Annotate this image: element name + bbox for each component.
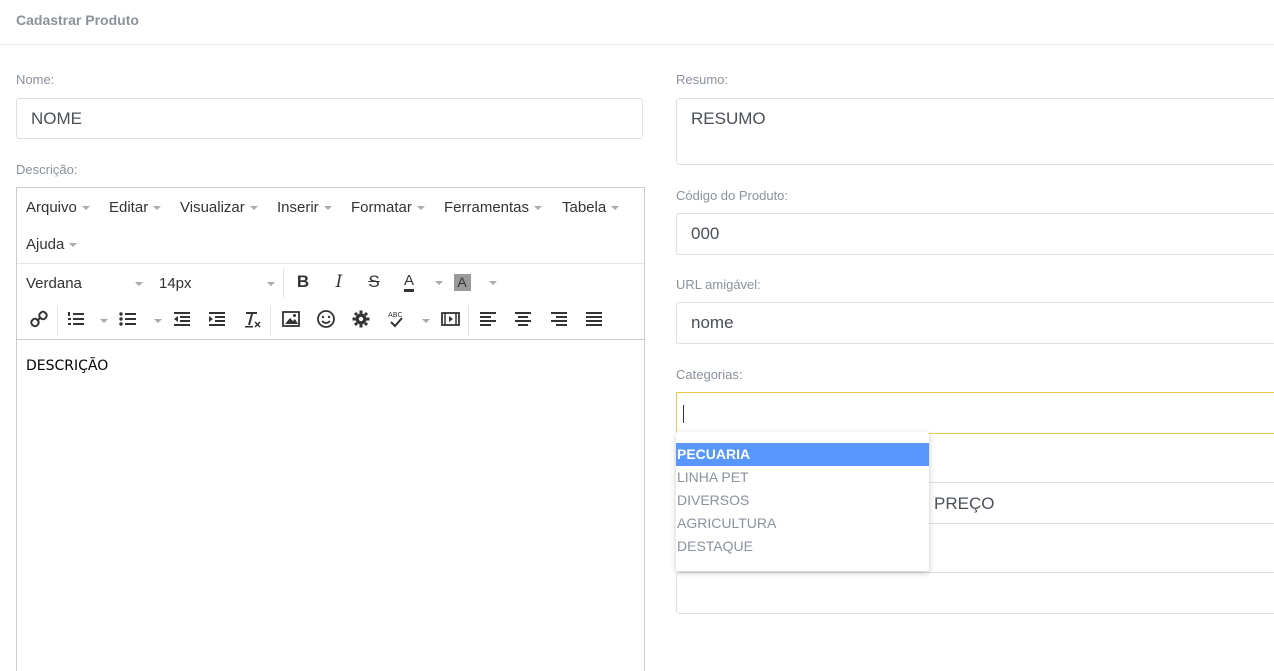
chevron-down-icon <box>267 282 275 286</box>
chevron-down-icon <box>135 282 143 286</box>
text-color-button[interactable]: A <box>398 269 420 295</box>
url-label: URL amigável: <box>676 277 761 292</box>
bullet-list-button[interactable] <box>117 306 139 332</box>
preco-placeholder: PREÇO <box>934 494 995 513</box>
toolbar-separator <box>283 268 284 298</box>
chevron-down-icon <box>435 281 443 285</box>
chevron-down-icon <box>249 206 258 211</box>
bold-button[interactable]: B <box>292 269 314 295</box>
codigo-label: Código do Produto: <box>676 188 789 203</box>
dropdown-option-diversos[interactable]: DIVERSOS <box>676 489 929 512</box>
menu-inserir[interactable]: Inserir <box>277 199 332 216</box>
editor-toolbar: Verdana 14px B I S A A ABC <box>17 264 644 340</box>
toolbar-separator <box>57 306 58 336</box>
align-right-button[interactable] <box>548 306 570 332</box>
resumo-value: RESUMO <box>691 109 766 128</box>
menu-editar[interactable]: Editar <box>109 199 162 216</box>
link-button[interactable] <box>28 306 50 332</box>
page-title: Cadastrar Produto <box>16 12 139 28</box>
background-color-button[interactable]: A <box>451 271 473 293</box>
font-family-select[interactable]: Verdana <box>26 275 82 292</box>
nome-value: NOME <box>31 109 82 128</box>
numbered-list-icon <box>68 312 84 325</box>
editor-menubar: Arquivo Editar Visualizar Inserir Format… <box>17 188 644 264</box>
menu-formatar[interactable]: Formatar <box>351 199 425 216</box>
media-button[interactable] <box>439 306 461 332</box>
chevron-down-icon <box>489 281 497 285</box>
extra-input[interactable] <box>676 572 1274 614</box>
link-icon <box>30 310 48 328</box>
align-left-icon <box>480 312 496 326</box>
toolbar-separator <box>468 306 469 336</box>
bullet-list-icon <box>119 312 136 326</box>
align-justify-button[interactable] <box>583 306 605 332</box>
descricao-label: Descrição: <box>16 162 78 177</box>
text-cursor <box>683 405 684 423</box>
chevron-down-icon <box>100 319 108 323</box>
clear-formatting-button[interactable] <box>241 306 263 332</box>
chevron-down-icon <box>153 206 162 211</box>
clear-formatting-icon <box>245 312 261 328</box>
spellcheck-icon: ABC <box>388 311 403 328</box>
codigo-value: 000 <box>691 224 720 243</box>
emoji-icon <box>317 310 335 328</box>
indent-icon <box>209 312 225 326</box>
url-value: nome <box>691 313 734 332</box>
chevron-down-icon <box>416 206 425 211</box>
nome-label: Nome: <box>16 72 55 87</box>
emoji-button[interactable] <box>315 306 337 332</box>
svg-text:ABC: ABC <box>388 311 402 319</box>
outdent-button[interactable] <box>171 306 193 332</box>
dropdown-option-destaque[interactable]: DESTAQUE <box>676 535 929 558</box>
indent-button[interactable] <box>206 306 228 332</box>
align-center-button[interactable] <box>512 306 534 332</box>
editor-content[interactable]: DESCRIÇÃO <box>26 358 108 374</box>
dropdown-option-agricultura[interactable]: AGRICULTURA <box>676 512 929 535</box>
menu-ajuda[interactable]: Ajuda <box>26 236 78 253</box>
align-left-button[interactable] <box>477 306 499 332</box>
chevron-down-icon <box>534 206 543 211</box>
resumo-label: Resumo: <box>676 72 729 87</box>
chevron-down-icon <box>81 206 90 211</box>
url-input[interactable]: nome <box>676 302 1274 344</box>
categorias-dropdown: PECUARIA LINHA PET DIVERSOS AGRICULTURA … <box>676 432 929 571</box>
outdent-icon <box>174 312 190 326</box>
chevron-down-icon <box>323 206 332 211</box>
italic-button[interactable]: I <box>328 269 350 295</box>
strikethrough-button[interactable]: S <box>363 269 385 295</box>
resumo-textarea[interactable]: RESUMO <box>676 98 1274 165</box>
rich-text-editor: Arquivo Editar Visualizar Inserir Format… <box>16 187 645 671</box>
spellcheck-button[interactable]: ABC <box>385 306 407 332</box>
insert-image-button[interactable] <box>280 306 302 332</box>
text-color-icon: A <box>403 272 414 292</box>
align-center-icon <box>515 312 531 326</box>
background-color-icon: A <box>453 273 471 291</box>
align-justify-icon <box>586 312 602 326</box>
codigo-input[interactable]: 000 <box>676 213 1274 255</box>
numbered-list-button[interactable] <box>65 306 87 332</box>
dropdown-option-pecuaria[interactable]: PECUARIA <box>676 443 929 466</box>
page-header: Cadastrar Produto <box>0 0 1274 45</box>
menu-visualizar[interactable]: Visualizar <box>180 199 258 216</box>
chevron-down-icon <box>422 319 430 323</box>
dropdown-option-linha-pet[interactable]: LINHA PET <box>676 466 929 489</box>
chevron-down-icon <box>69 243 78 248</box>
menu-tabela[interactable]: Tabela <box>562 199 620 216</box>
chevron-down-icon <box>154 319 162 323</box>
image-icon <box>282 311 300 327</box>
gear-icon <box>352 310 370 328</box>
font-size-select[interactable]: 14px <box>159 275 192 292</box>
chevron-down-icon <box>611 206 620 211</box>
nome-input[interactable]: NOME <box>16 98 643 139</box>
menu-ferramentas[interactable]: Ferramentas <box>444 199 543 216</box>
settings-button[interactable] <box>350 306 372 332</box>
categorias-input[interactable] <box>676 392 1274 434</box>
menu-arquivo[interactable]: Arquivo <box>26 199 90 216</box>
media-icon <box>440 312 460 326</box>
align-right-icon <box>551 312 567 326</box>
toolbar-separator <box>270 306 271 336</box>
categorias-label: Categorias: <box>676 367 743 382</box>
